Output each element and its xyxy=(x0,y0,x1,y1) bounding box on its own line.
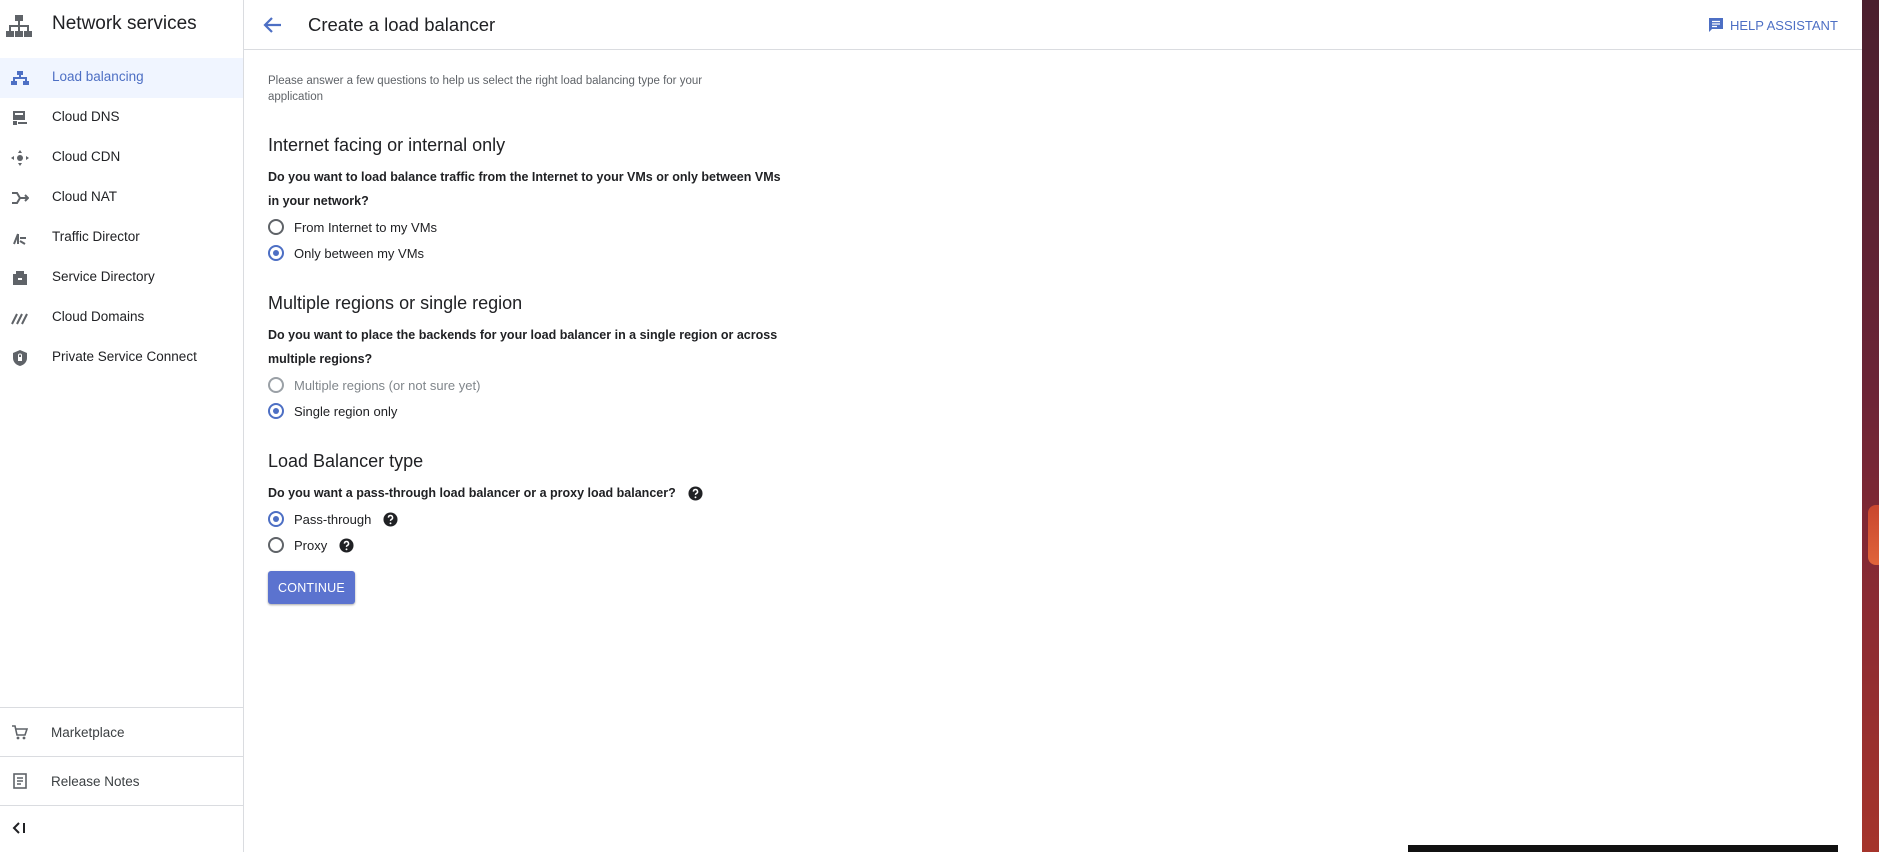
radio-button[interactable] xyxy=(268,219,284,235)
sidebar-item-label: Cloud Domains xyxy=(52,309,145,324)
question-regions: Do you want to place the backends for yo… xyxy=(268,328,778,366)
sidebar-item-label: Cloud DNS xyxy=(52,109,120,124)
sidebar-bottom: Marketplace Release Notes xyxy=(0,707,243,850)
cloud-cdn-icon xyxy=(11,150,29,166)
sidebar-item-cloud-domains[interactable]: Cloud Domains xyxy=(0,298,243,338)
sidebar-item-cloud-nat[interactable]: Cloud NAT xyxy=(0,178,243,218)
section-title-internet-facing: Internet facing or internal only xyxy=(268,135,506,155)
sidebar-item-label: Service Directory xyxy=(52,269,155,284)
radio-button-checked[interactable] xyxy=(268,511,284,527)
shopping-cart-icon xyxy=(12,725,28,740)
sidebar-item-label: Traffic Director xyxy=(52,229,140,244)
intro-text: Please answer a few questions to help us… xyxy=(268,75,703,103)
app-window: Network services Load balancing Cloud DN… xyxy=(0,0,1862,852)
question-internet-facing: Do you want to load balance traffic from… xyxy=(268,170,781,208)
load-balancing-icon xyxy=(11,71,29,85)
radio-button-checked[interactable] xyxy=(268,245,284,261)
cloud-dns-icon xyxy=(13,111,27,125)
sidebar-nav: Load balancing Cloud DNS Cloud CDN Cloud… xyxy=(0,58,243,378)
page-header: Create a load balancer HELP ASSISTANT xyxy=(244,0,1862,50)
radio-proxy[interactable]: Proxy xyxy=(268,535,354,555)
radio-from-internet[interactable]: From Internet to my VMs xyxy=(268,217,437,237)
sidebar-item-load-balancing[interactable]: Load balancing xyxy=(0,58,243,98)
radio-label: Multiple regions (or not sure yet) xyxy=(294,377,481,393)
radio-single-region[interactable]: Single region only xyxy=(268,401,397,421)
sidebar-item-cloud-dns[interactable]: Cloud DNS xyxy=(0,98,243,138)
sidebar-item-label: Cloud NAT xyxy=(52,189,118,204)
radio-button-checked[interactable] xyxy=(268,403,284,419)
page-title: Create a load balancer xyxy=(308,14,496,35)
radio-button-disabled xyxy=(268,377,284,393)
back-arrow-icon[interactable] xyxy=(262,14,284,36)
sidebar-item-cloud-cdn[interactable]: Cloud CDN xyxy=(0,138,243,178)
sidebar: Network services Load balancing Cloud DN… xyxy=(0,0,244,852)
help-icon[interactable] xyxy=(688,485,703,501)
product-title: Network services xyxy=(52,13,197,34)
chat-icon xyxy=(1709,18,1723,32)
radio-pass-through[interactable]: Pass-through xyxy=(268,509,398,529)
question-lb-type-row: Do you want a pass-through load balancer… xyxy=(268,483,868,503)
private-service-connect-icon xyxy=(13,350,27,366)
sidebar-item-release-notes[interactable]: Release Notes xyxy=(0,756,243,805)
radio-label: Pass-through xyxy=(294,511,372,527)
help-assistant-button[interactable]: HELP ASSISTANT xyxy=(1708,16,1838,34)
radio-multiple-regions: Multiple regions (or not sure yet) xyxy=(268,375,480,395)
question-lb-type: Do you want a pass-through load balancer… xyxy=(268,486,676,500)
section-title-lb-type: Load Balancer type xyxy=(268,451,424,471)
continue-button[interactable]: CONTINUE xyxy=(268,571,355,604)
radio-only-between-vms[interactable]: Only between my VMs xyxy=(268,243,424,263)
sidebar-item-marketplace[interactable]: Marketplace xyxy=(0,707,243,756)
bottom-scrollbar xyxy=(1408,845,1838,852)
radio-label: Only between my VMs xyxy=(294,245,425,261)
radio-label: From Internet to my VMs xyxy=(294,219,438,235)
help-icon[interactable] xyxy=(383,511,398,527)
radio-label: Single region only xyxy=(294,403,398,419)
sidebar-item-label: Private Service Connect xyxy=(52,349,197,364)
help-assistant-label: HELP ASSISTANT xyxy=(1730,17,1838,33)
sidebar-header: Network services xyxy=(0,0,243,50)
traffic-director-icon xyxy=(13,233,26,245)
sidebar-item-service-directory[interactable]: Service Directory xyxy=(0,258,243,298)
network-services-icon xyxy=(6,15,32,37)
cloud-domains-icon xyxy=(11,313,28,325)
desktop-wallpaper-shape xyxy=(1868,505,1879,565)
sidebar-item-label: Cloud CDN xyxy=(52,149,121,164)
sidebar-item-label: Load balancing xyxy=(52,69,144,84)
sidebar-item-label: Release Notes xyxy=(51,774,140,789)
sidebar-item-traffic-director[interactable]: Traffic Director xyxy=(0,218,243,258)
radio-button[interactable] xyxy=(268,537,284,553)
collapse-sidebar-button[interactable] xyxy=(0,805,243,850)
desktop-background xyxy=(1862,0,1879,852)
section-title-regions: Multiple regions or single region xyxy=(268,293,523,313)
sidebar-item-label: Marketplace xyxy=(51,725,125,740)
cloud-nat-icon xyxy=(12,192,29,204)
service-directory-icon xyxy=(13,271,27,285)
help-icon[interactable] xyxy=(339,537,354,553)
collapse-left-icon xyxy=(12,822,25,834)
release-notes-icon xyxy=(13,773,27,789)
sidebar-item-private-service-connect[interactable]: Private Service Connect xyxy=(0,338,243,378)
radio-label: Proxy xyxy=(294,537,328,553)
